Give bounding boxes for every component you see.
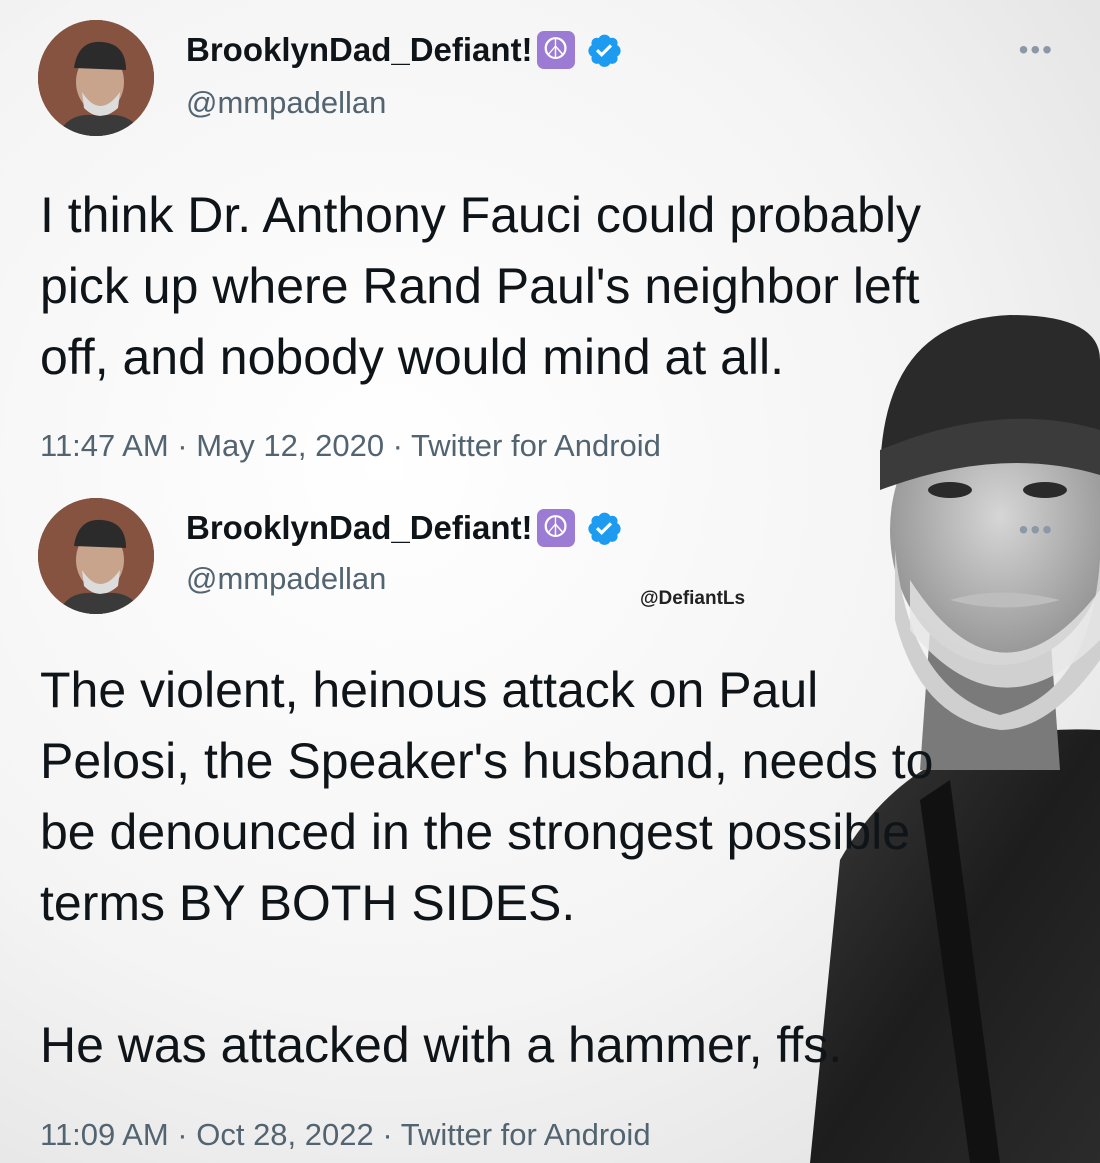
watermark: @DefiantLs — [640, 588, 746, 609]
more-options-icon[interactable]: ••• — [1019, 36, 1054, 64]
display-name-row: BrooklynDad_Defiant! ☮ — [186, 30, 623, 70]
avatar[interactable] — [38, 498, 154, 614]
verified-badge-icon — [585, 31, 623, 69]
peace-icon: ☮ — [536, 31, 575, 69]
user-handle[interactable]: @mmpadellan — [186, 84, 386, 122]
verified-badge-icon — [585, 509, 623, 547]
tweet-timestamp[interactable]: 11:09 AM · Oct 28, 2022 · Twitter for An… — [40, 1115, 651, 1155]
peace-icon: ☮ — [536, 509, 575, 547]
avatar[interactable] — [38, 20, 154, 136]
tweet-timestamp[interactable]: 11:47 AM · May 12, 2020 · Twitter for An… — [40, 426, 661, 466]
display-name-row: BrooklynDad_Defiant! ☮ — [186, 508, 623, 548]
display-name[interactable]: BrooklynDad_Defiant! — [186, 30, 533, 70]
user-handle[interactable]: @mmpadellan — [186, 560, 386, 598]
more-options-icon[interactable]: ••• — [1019, 516, 1054, 544]
tweet-text: I think Dr. Anthony Fauci could probably… — [40, 187, 922, 385]
display-name[interactable]: BrooklynDad_Defiant! — [186, 508, 533, 548]
tweet-text: The violent, heinous attack on Paul Pelo… — [40, 662, 934, 1073]
